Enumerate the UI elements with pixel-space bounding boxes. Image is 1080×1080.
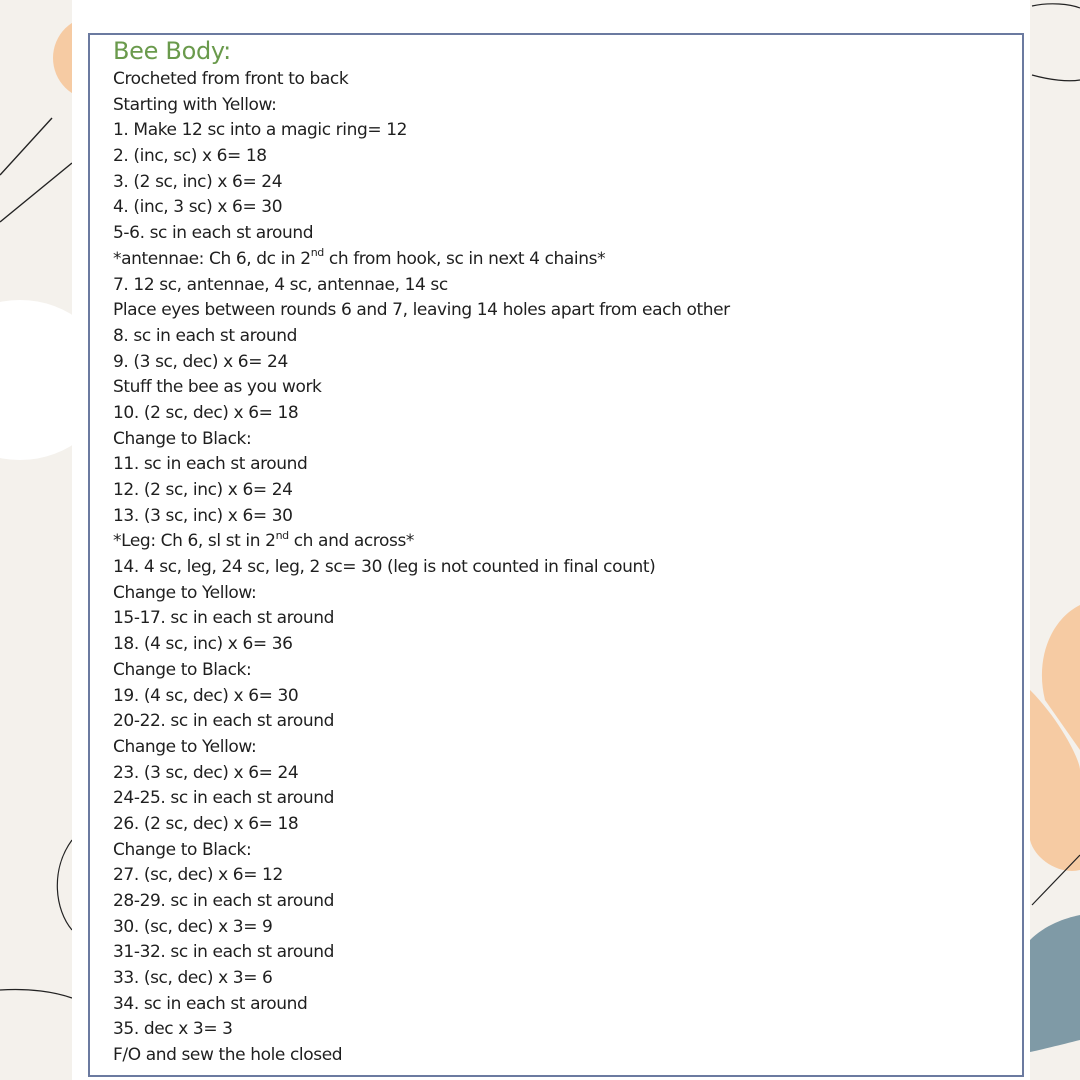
pattern-line-text: 13. (3 sc, inc) x 6= 30 bbox=[113, 505, 293, 526]
pattern-line: 31-32. sc in each st around bbox=[113, 940, 1013, 966]
pattern-line: Change to Black: bbox=[113, 427, 1013, 453]
pattern-line: 35. dec x 3= 3 bbox=[113, 1017, 1013, 1043]
pattern-line: 27. (sc, dec) x 6= 12 bbox=[113, 863, 1013, 889]
pattern-line: Change to Yellow: bbox=[113, 581, 1013, 607]
pattern-line-text: 15-17. sc in each st around bbox=[113, 608, 335, 629]
pattern-line: Place eyes between rounds 6 and 7, leavi… bbox=[113, 298, 1013, 324]
pattern-line: 13. (3 sc, inc) x 6= 30 bbox=[113, 504, 1013, 530]
pattern-line-text: 10. (2 sc, dec) x 6= 18 bbox=[113, 402, 299, 423]
pattern-line: 1. Make 12 sc into a magic ring= 12 bbox=[113, 118, 1013, 144]
pattern-line: F/O and sew the hole closed bbox=[113, 1043, 1013, 1069]
pattern-line-text: 26. (2 sc, dec) x 6= 18 bbox=[113, 813, 299, 834]
line-decoration bbox=[56, 839, 73, 931]
slate-wave-decoration bbox=[1030, 915, 1080, 1052]
pattern-line: 28-29. sc in each st around bbox=[113, 889, 1013, 915]
pattern-line: 5-6. sc in each st around bbox=[113, 221, 1013, 247]
pattern-line-text: 30. (sc, dec) x 3= 9 bbox=[113, 916, 273, 937]
ordinal-suffix: nd bbox=[310, 246, 325, 260]
line-decoration bbox=[1031, 74, 1080, 82]
pattern-line: 14. 4 sc, leg, 24 sc, leg, 2 sc= 30 (leg… bbox=[113, 555, 1013, 581]
pattern-line-text: 5-6. sc in each st around bbox=[113, 223, 314, 244]
pattern-line-text: 12. (2 sc, inc) x 6= 24 bbox=[113, 480, 293, 500]
pattern-line: 4. (inc, 3 sc) x 6= 30 bbox=[113, 195, 1013, 221]
pattern-line: 3. (2 sc, inc) x 6= 24 bbox=[113, 170, 1013, 196]
pattern-line-text: 34. sc in each st around bbox=[113, 993, 308, 1014]
pattern-line: 2. (inc, sc) x 6= 18 bbox=[113, 144, 1013, 170]
pattern-line: Starting with Yellow: bbox=[113, 93, 1013, 119]
pattern-content: Bee Body: Crocheted from front to back St… bbox=[113, 35, 1013, 1069]
pattern-line-text: 24-25. sc in each st around bbox=[113, 788, 335, 809]
pattern-line-text: 8. sc in each st around bbox=[113, 325, 298, 346]
pattern-line-text: 2. (inc, sc) x 6= 18 bbox=[113, 146, 267, 167]
pattern-line-text: 18. (4 sc, inc) x 6= 36 bbox=[113, 634, 293, 655]
pattern-line: 24-25. sc in each st around bbox=[113, 786, 1013, 812]
pattern-line-text: 28-29. sc in each st around bbox=[113, 891, 335, 911]
pattern-line: 10. (2 sc, dec) x 6= 18 bbox=[113, 401, 1013, 427]
pattern-line: 23. (3 sc, dec) x 6= 24 bbox=[113, 761, 1013, 787]
pattern-line-text: 1. Make 12 sc into a magic ring= 12 bbox=[113, 120, 408, 141]
pattern-line-text: Crocheted from front to back bbox=[113, 69, 349, 89]
pattern-line: Change to Black: bbox=[113, 838, 1013, 864]
pattern-line: 9. (3 sc, dec) x 6= 24 bbox=[113, 350, 1013, 376]
pattern-line: Stuff the bee as you work bbox=[113, 375, 1013, 401]
pattern-line-text: 19. (4 sc, dec) x 6= 30 bbox=[113, 685, 299, 706]
pattern-line-text: 33. (sc, dec) x 3= 6 bbox=[113, 968, 273, 989]
line-decoration bbox=[0, 988, 73, 999]
pattern-line-text: 11. sc in each st around bbox=[113, 454, 308, 475]
line-decoration bbox=[0, 162, 73, 223]
pattern-line-text: Stuff the bee as you work bbox=[113, 377, 322, 398]
pattern-line: 33. (sc, dec) x 3= 6 bbox=[113, 966, 1013, 992]
pattern-line-text: Place eyes between rounds 6 and 7, leavi… bbox=[113, 300, 730, 321]
pattern-line-text: Change to Yellow: bbox=[113, 736, 257, 757]
pattern-line-text: Change to Yellow: bbox=[113, 582, 257, 603]
pattern-line: 34. sc in each st around bbox=[113, 992, 1013, 1018]
pattern-line: 18. (4 sc, inc) x 6= 36 bbox=[113, 632, 1013, 658]
pattern-line-text: 14. 4 sc, leg, 24 sc, leg, 2 sc= 30 (leg… bbox=[113, 557, 656, 578]
pattern-line: *antennae: Ch 6, dc in 2nd ch from hook,… bbox=[113, 247, 1013, 273]
pattern-line-text: *Leg: Ch 6, sl st in 2 bbox=[113, 531, 276, 552]
pattern-line-text: 23. (3 sc, dec) x 6= 24 bbox=[113, 762, 299, 783]
pattern-line: Change to Black: bbox=[113, 658, 1013, 684]
pattern-line-text: 35. dec x 3= 3 bbox=[113, 1019, 233, 1040]
pattern-line: 15-17. sc in each st around bbox=[113, 606, 1013, 632]
pattern-line: Crocheted from front to back bbox=[113, 67, 1013, 93]
pattern-line: 8. sc in each st around bbox=[113, 324, 1013, 350]
pattern-line-text: Change to Black: bbox=[113, 428, 252, 449]
pattern-line: *Leg: Ch 6, sl st in 2nd ch and across* bbox=[113, 529, 1013, 555]
pattern-line-text: F/O and sew the hole closed bbox=[113, 1045, 343, 1066]
ordinal-suffix: nd bbox=[275, 528, 290, 542]
line-decoration bbox=[1031, 3, 1080, 9]
pattern-line: 7. 12 sc, antennae, 4 sc, antennae, 14 s… bbox=[113, 273, 1013, 299]
pattern-line-text: 20-22. sc in each st around bbox=[113, 711, 335, 732]
pattern-title: Bee Body: bbox=[113, 37, 231, 65]
pattern-line-text: ch from hook, sc in next 4 chains* bbox=[323, 248, 606, 269]
pattern-line-text: 4. (inc, 3 sc) x 6= 30 bbox=[113, 197, 283, 218]
pattern-line: 26. (2 sc, dec) x 6= 18 bbox=[113, 812, 1013, 838]
pattern-line: 11. sc in each st around bbox=[113, 452, 1013, 478]
pattern-line-text: Change to Black: bbox=[113, 659, 252, 680]
pattern-line-text: 27. (sc, dec) x 6= 12 bbox=[113, 865, 283, 886]
pattern-lines: Crocheted from front to back Starting wit… bbox=[113, 67, 1013, 1069]
pattern-line-text: 3. (2 sc, inc) x 6= 24 bbox=[113, 171, 283, 192]
pattern-line: Change to Yellow: bbox=[113, 735, 1013, 761]
pattern-line-text: 9. (3 sc, dec) x 6= 24 bbox=[113, 351, 288, 372]
pattern-line-text: Starting with Yellow: bbox=[113, 94, 277, 115]
pattern-line-text: Change to Black: bbox=[113, 839, 252, 860]
pattern-line-text: 7. 12 sc, antennae, 4 sc, antennae, 14 s… bbox=[113, 274, 448, 295]
pattern-line: 12. (2 sc, inc) x 6= 24 bbox=[113, 478, 1013, 504]
pattern-line-text: 31-32. sc in each st around bbox=[113, 942, 335, 963]
pattern-line-text: *antennae: Ch 6, dc in 2 bbox=[113, 248, 311, 269]
line-decoration bbox=[0, 117, 53, 176]
pattern-line-text: ch and across* bbox=[288, 531, 415, 552]
pattern-line: 19. (4 sc, dec) x 6= 30 bbox=[113, 684, 1013, 710]
pattern-line: 20-22. sc in each st around bbox=[113, 709, 1013, 735]
pattern-line: 30. (sc, dec) x 3= 9 bbox=[113, 915, 1013, 941]
